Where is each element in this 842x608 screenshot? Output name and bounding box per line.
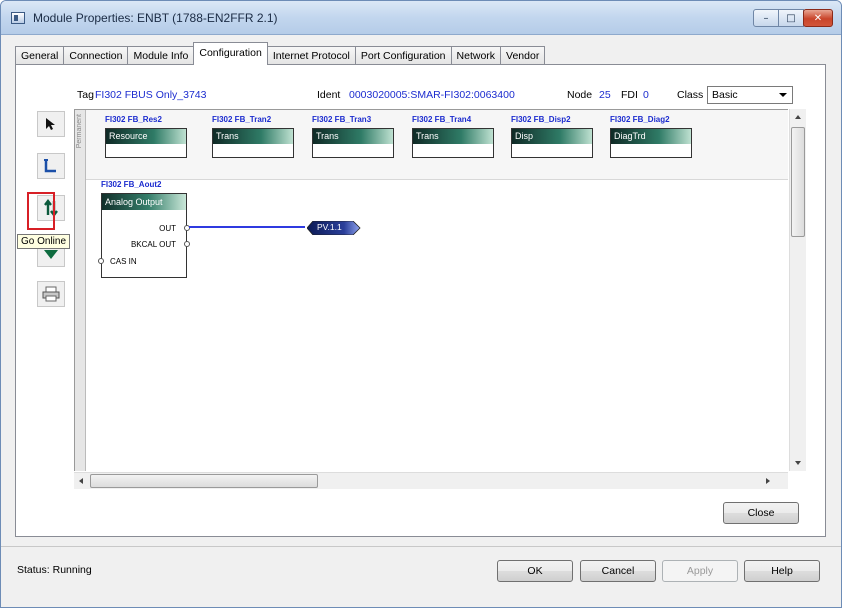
- link-tool[interactable]: [37, 153, 65, 179]
- vertical-scroll-thumb[interactable]: [791, 127, 805, 237]
- block-type: Resource: [106, 129, 186, 144]
- pointer-arrow-icon: [46, 118, 55, 130]
- port-cas-in-connector[interactable]: [98, 258, 104, 264]
- block-body: Trans: [312, 128, 394, 158]
- block-body: Trans: [212, 128, 294, 158]
- fdi-label: FDI: [621, 89, 638, 101]
- tab-configuration[interactable]: Configuration: [193, 42, 268, 65]
- chevron-down-icon: [779, 93, 787, 97]
- window-close-button[interactable]: ✕: [803, 9, 833, 27]
- tab-module-info[interactable]: Module Info: [127, 46, 195, 65]
- class-select-value: Basic: [712, 89, 738, 101]
- window-title: Module Properties: ENBT (1788-EN2FFR 2.1…: [33, 11, 278, 25]
- status-text: Status: Running: [17, 564, 92, 576]
- port-bkcal-out-label: BKCAL OUT: [130, 240, 176, 249]
- tab-port-configuration[interactable]: Port Configuration: [354, 46, 452, 65]
- function-block-canvas[interactable]: Permanent FI302 FB_Res2 Resource FI302 F…: [74, 109, 788, 471]
- block-body: Analog Output OUT BKCAL OUT CAS IN: [98, 193, 190, 278]
- pv-tag-label: PV.1.1: [317, 222, 342, 232]
- canvas-left-strip: [75, 180, 86, 471]
- link-wire[interactable]: [189, 226, 305, 228]
- class-select[interactable]: Basic: [707, 86, 793, 104]
- block-tag: FI302 FB_Tran3: [312, 115, 372, 124]
- port-bkcal-out-connector[interactable]: [184, 241, 190, 247]
- block-type: Trans: [213, 129, 293, 144]
- go-online-highlight: [27, 192, 55, 230]
- ok-button[interactable]: OK: [497, 560, 573, 582]
- block-tag: FI302 FB_Diag2: [610, 115, 670, 124]
- block-body: Trans: [412, 128, 494, 158]
- download-arrow-icon: [44, 247, 58, 259]
- block-tag: FI302 FB_Disp2: [511, 115, 571, 124]
- tab-general[interactable]: General: [15, 46, 65, 65]
- tab-strip: General Connection Module Info Configura…: [15, 42, 546, 65]
- maximize-button[interactable]: □: [778, 9, 804, 27]
- apply-button[interactable]: Apply: [662, 560, 738, 582]
- title-bar[interactable]: Module Properties: ENBT (1788-EN2FFR 2.1…: [1, 1, 841, 35]
- canvas-vertical-scrollbar[interactable]: [789, 109, 806, 471]
- canvas-horizontal-scrollbar[interactable]: [74, 472, 788, 489]
- cancel-button[interactable]: Cancel: [580, 560, 656, 582]
- block-tag: FI302 FB_Aout2: [101, 180, 162, 189]
- link-wire-icon: [44, 159, 56, 173]
- tab-internet-protocol[interactable]: Internet Protocol: [266, 46, 356, 65]
- scroll-up-icon[interactable]: [795, 115, 801, 119]
- printer-icon: [42, 286, 60, 302]
- permanent-label: Permanent: [76, 114, 83, 149]
- status-label: Status:: [17, 564, 50, 576]
- tab-network[interactable]: Network: [450, 46, 502, 65]
- scroll-left-icon[interactable]: [79, 478, 83, 484]
- print-tool[interactable]: [37, 281, 65, 307]
- block-type: DiagTrd: [611, 129, 691, 144]
- permanent-strip: Permanent: [75, 110, 86, 180]
- block-type: Trans: [413, 129, 493, 144]
- class-label: Class: [677, 89, 704, 101]
- window-app-icon: [11, 12, 25, 24]
- ident-value: 0003020005:SMAR-FI302:0063400: [349, 89, 515, 101]
- tab-vendor[interactable]: Vendor: [500, 46, 546, 65]
- block-body: Resource: [105, 128, 187, 158]
- block-tag: FI302 FB_Tran2: [212, 115, 272, 124]
- scroll-down-icon[interactable]: [795, 461, 801, 465]
- module-properties-window: Module Properties: ENBT (1788-EN2FFR 2.1…: [0, 0, 842, 608]
- help-button[interactable]: Help: [744, 560, 820, 582]
- ident-label: Ident: [317, 89, 341, 101]
- block-body: DiagTrd: [610, 128, 692, 158]
- port-out-label: OUT: [159, 224, 176, 233]
- port-cas-in-label: CAS IN: [110, 257, 137, 266]
- select-pointer-tool[interactable]: [37, 111, 65, 137]
- close-button[interactable]: Close: [723, 502, 799, 524]
- fdi-value: 0: [643, 89, 649, 101]
- tab-connection[interactable]: Connection: [63, 46, 129, 65]
- tag-value: FI302 FBUS Only_3743: [95, 89, 207, 101]
- block-body: Disp: [511, 128, 593, 158]
- tag-label: Tag: [77, 89, 94, 101]
- horizontal-scroll-thumb[interactable]: [90, 474, 318, 488]
- pv-output-tag[interactable]: PV.1.1: [307, 221, 361, 235]
- block-type: Analog Output: [102, 194, 186, 210]
- block-tag: FI302 FB_Tran4: [412, 115, 472, 124]
- minimize-button[interactable]: –: [753, 9, 779, 27]
- node-value: 25: [599, 89, 611, 101]
- status-value: Running: [52, 564, 92, 576]
- go-online-tooltip: Go Online: [17, 234, 71, 249]
- block-type: Trans: [313, 129, 393, 144]
- device-info-line: Tag FI302 FBUS Only_3743 Ident 000302000…: [77, 89, 797, 105]
- node-label: Node: [567, 89, 593, 101]
- block-tag: FI302 FB_Res2: [105, 115, 162, 124]
- scroll-right-icon[interactable]: [766, 478, 770, 484]
- block-type: Disp: [512, 129, 592, 144]
